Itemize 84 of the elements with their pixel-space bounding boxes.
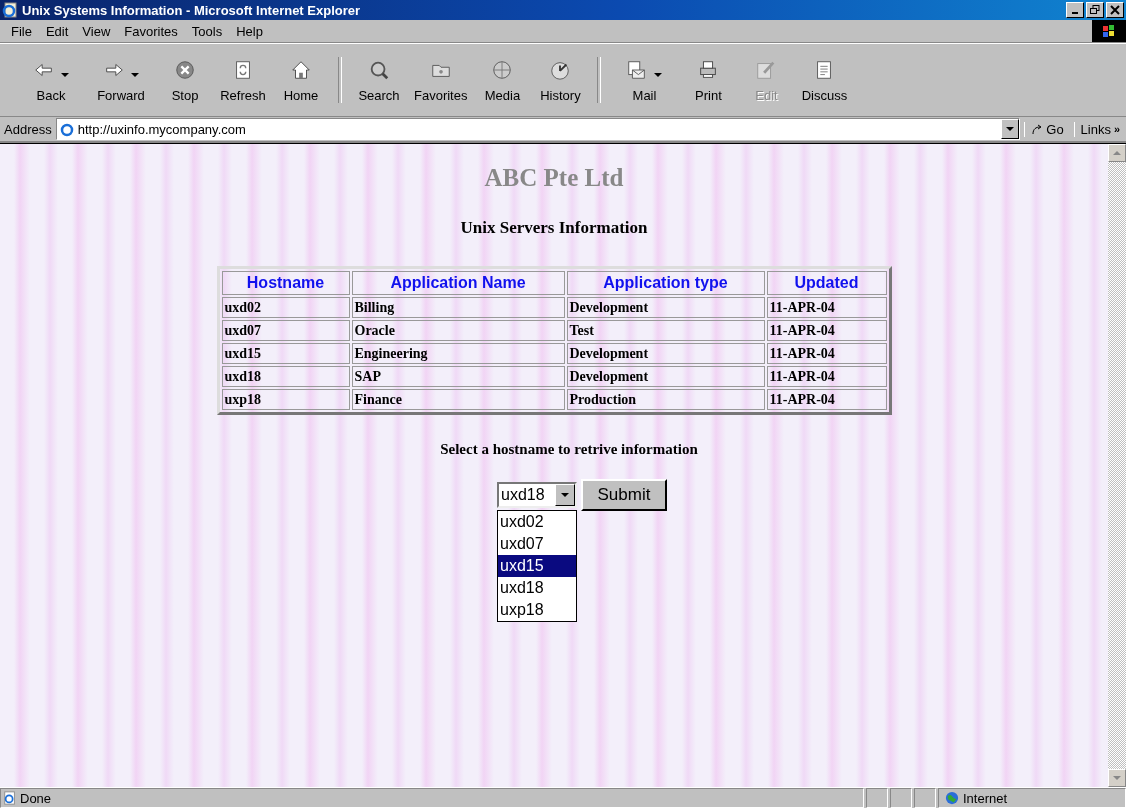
table-cell: uxd02 (221, 297, 350, 318)
menu-item[interactable]: Tools (184, 23, 230, 39)
stop-icon (174, 58, 196, 81)
menu-item[interactable]: Edit (38, 23, 76, 39)
zone-text: Internet (963, 790, 1008, 806)
restore-button[interactable] (1086, 2, 1104, 18)
menu-item[interactable]: View (75, 23, 118, 39)
table-cell: Test (566, 320, 765, 341)
status-pane (866, 788, 888, 808)
table-cell: Engineering (351, 343, 565, 364)
menu-item[interactable]: Favorites (117, 23, 185, 39)
dropdown-option[interactable]: uxd18 (498, 577, 576, 599)
page-icon (3, 791, 17, 805)
table-cell: Development (566, 297, 765, 318)
table-cell: uxp18 (221, 389, 350, 410)
column-header: Application type (566, 271, 765, 295)
table-cell: 11-APR-04 (766, 320, 887, 341)
globe-icon (945, 791, 959, 805)
toolbar-button[interactable]: Media (473, 57, 532, 103)
company-title: ABC Pte Ltd (484, 164, 624, 192)
page-icon (58, 121, 75, 137)
restore-icon (1090, 5, 1100, 15)
prompt-text: Select a hostname to retrive information (440, 441, 698, 458)
table-cell: Development (566, 343, 765, 364)
table-cell: 11-APR-04 (766, 343, 887, 364)
status-text: Done (20, 790, 52, 806)
toolbar-button[interactable]: Print (679, 57, 738, 103)
scroll-down-icon (1113, 776, 1121, 780)
vertical-scrollbar[interactable] (1108, 144, 1126, 787)
menu-item[interactable]: File (4, 23, 39, 39)
minimize-icon (1072, 12, 1078, 14)
toolbar-button[interactable]: Refresh (214, 57, 272, 103)
minimize-button[interactable] (1066, 2, 1084, 18)
windows-logo-icon (1092, 20, 1126, 42)
table-cell: uxd07 (221, 320, 350, 341)
house-icon (290, 58, 312, 81)
hostname-select[interactable]: uxd18 (497, 482, 577, 508)
dropdown-option[interactable]: uxd02 (498, 511, 576, 533)
toolbar-button[interactable]: Mail (609, 57, 680, 103)
table-cell: Oracle (351, 320, 565, 341)
table-cell: 11-APR-04 (766, 297, 887, 318)
page-heading: Unix Servers Information (460, 218, 648, 238)
close-button[interactable] (1106, 2, 1124, 18)
toolbar-button[interactable]: History (531, 57, 590, 103)
caret-icon (1006, 127, 1015, 131)
submit-button[interactable]: Submit (581, 479, 667, 511)
status-pane (890, 788, 912, 808)
toolbar-button[interactable]: Forward (86, 57, 156, 103)
browser-logo-icon (2, 2, 18, 18)
go-button[interactable]: Go (1024, 121, 1070, 137)
address-field[interactable]: http://uxinfo.mycompany.com (55, 118, 1021, 140)
column-header: Hostname (221, 271, 350, 295)
table-cell: 11-APR-04 (766, 389, 887, 410)
column-header: Updated (766, 271, 887, 295)
address-label: Address (4, 121, 52, 137)
dropdown-option[interactable]: uxd15 (498, 555, 576, 577)
table-cell: Production (566, 389, 765, 410)
toolbar-button[interactable]: Search (350, 57, 408, 103)
table-cell: Billing (351, 297, 565, 318)
toolbar-button[interactable]: Home (272, 57, 330, 103)
table-cell: Development (566, 366, 765, 387)
caret-icon (654, 72, 663, 77)
status-pane (914, 788, 936, 808)
toolbar-button[interactable]: Back (16, 57, 86, 103)
caret-icon (561, 493, 569, 497)
menu-item[interactable]: Help (229, 23, 270, 39)
column-header: Application Name (351, 271, 565, 295)
curved-arrow-icon (1031, 123, 1044, 135)
scroll-up-icon (1113, 151, 1121, 155)
table-cell: SAP (351, 366, 565, 387)
globe-icon (491, 58, 514, 81)
caret-icon (131, 72, 139, 77)
close-icon (1110, 5, 1120, 15)
table-cell: uxd15 (221, 343, 350, 364)
table-cell: uxd18 (221, 366, 350, 387)
dropdown-option[interactable]: uxd07 (498, 533, 576, 555)
table-cell: 11-APR-04 (766, 366, 887, 387)
dropdown-option[interactable]: uxp18 (498, 599, 576, 621)
table-cell: Finance (351, 389, 565, 410)
toolbar-button[interactable]: Stop (156, 57, 214, 103)
caret-icon (61, 72, 69, 77)
toolbar-button[interactable]: Discuss (795, 57, 854, 103)
toolbar-button[interactable]: Favorites (408, 57, 474, 103)
window-title: Unix Systems Information - Microsoft Internet Explorer (22, 2, 362, 18)
